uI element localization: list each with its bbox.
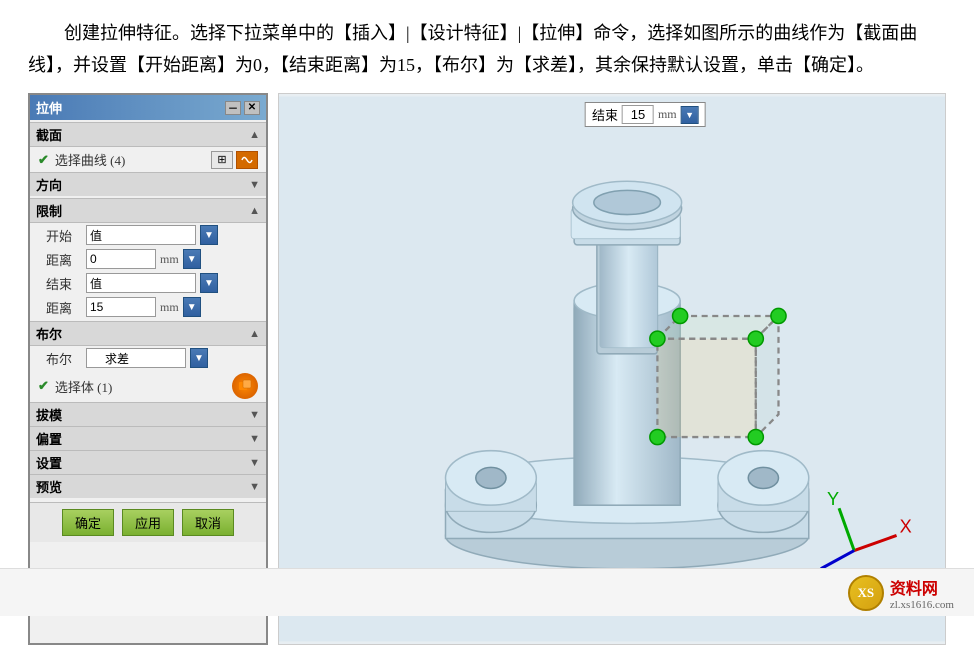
start-type-input[interactable] (86, 225, 196, 245)
start-type-row: 开始 ▼ (30, 223, 266, 247)
end-label: 结束 (46, 274, 82, 293)
dropdown-arrow-icon-3: ▼ (204, 278, 214, 289)
start-distance-dropdown[interactable]: ▼ (183, 249, 201, 269)
ok-button[interactable]: 确定 (62, 509, 114, 536)
section-draft[interactable]: 拔模 ▼ (30, 402, 266, 426)
3d-model-svg: X Y Z (279, 94, 945, 644)
end-type-dropdown[interactable]: ▼ (200, 273, 218, 293)
section-settings[interactable]: 设置 ▼ (30, 450, 266, 474)
section-direction-label: 方向 (36, 175, 62, 194)
section-cross-section-arrow: ▲ (249, 129, 260, 141)
cross-section-row: ✔ 选择曲线 (4) ⊞ (30, 147, 266, 172)
dropdown-arrow-icon: ▼ (204, 230, 214, 241)
dialog-buttons: 确定 应用 取消 (30, 502, 266, 542)
section-bool-arrow: ▲ (249, 328, 260, 340)
minimize-button[interactable]: － (225, 101, 241, 115)
bool-value-input[interactable] (86, 348, 186, 368)
close-button[interactable]: ✕ (244, 101, 260, 115)
section-preview[interactable]: 预览 ▼ (30, 474, 266, 498)
curve-icon-2[interactable] (236, 151, 258, 169)
logo-sub-text: zl.xs1616.com (890, 599, 954, 611)
select-body-label: 选择体 (1) (55, 377, 222, 396)
dialog-body: 截面 ▲ ✔ 选择曲线 (4) ⊞ 方向 ▼ (30, 122, 266, 542)
dropdown-arrow-icon-2: ▼ (187, 254, 197, 265)
start-distance-row: 距离 mm ▼ (30, 247, 266, 271)
logo-main-text: 资料网 (890, 575, 954, 599)
curve-icon-1[interactable]: ⊞ (211, 151, 233, 169)
checkmark-body-icon: ✔ (38, 378, 49, 394)
section-offset-arrow: ▼ (249, 433, 260, 445)
logo-symbol: XS (858, 585, 875, 601)
svg-text:X: X (900, 516, 912, 536)
curve-icons: ⊞ (211, 151, 258, 169)
end-distance-input[interactable] (86, 297, 156, 317)
extrude-dialog: 拉伸 － ✕ 截面 ▲ ✔ 选择曲线 (4) ⊞ (28, 93, 268, 645)
dim-prefix: 结束 (592, 105, 618, 124)
section-settings-arrow: ▼ (249, 457, 260, 469)
end-type-row: 结束 ▼ (30, 271, 266, 295)
end-distance-row: 距离 mm ▼ (30, 295, 266, 319)
end-distance-dropdown[interactable]: ▼ (183, 297, 201, 317)
titlebar-buttons: － ✕ (225, 101, 260, 115)
dim-dropdown-arrow-icon: ▼ (685, 110, 694, 120)
distance-label-1: 距离 (46, 250, 82, 269)
section-limits-label: 限制 (36, 201, 62, 220)
checkmark-icon: ✔ (38, 152, 49, 168)
footer: XS 资料网 zl.xs1616.com (0, 568, 974, 616)
cancel-button[interactable]: 取消 (182, 509, 234, 536)
apply-button[interactable]: 应用 (122, 509, 174, 536)
footer-logo: XS 资料网 zl.xs1616.com (848, 575, 954, 611)
dim-dropdown-button[interactable]: ▼ (681, 106, 699, 124)
start-distance-input[interactable] (86, 249, 156, 269)
selected-curve-label: 选择曲线 (4) (55, 150, 205, 169)
section-draft-arrow: ▼ (249, 409, 260, 421)
start-type-dropdown[interactable]: ▼ (200, 225, 218, 245)
section-preview-arrow: ▼ (249, 481, 260, 493)
start-label: 开始 (46, 226, 82, 245)
body-select-icon (232, 373, 258, 399)
section-direction-arrow: ▼ (249, 179, 260, 191)
end-type-input[interactable] (86, 273, 196, 293)
section-preview-label: 预览 (36, 477, 62, 496)
section-limits-arrow: ▲ (249, 205, 260, 217)
logo-circle: XS (848, 575, 884, 611)
dimension-label: 结束 mm ▼ (585, 102, 706, 127)
dropdown-arrow-icon-4: ▼ (187, 302, 197, 313)
section-offset[interactable]: 偏置 ▼ (30, 426, 266, 450)
start-unit: mm (160, 252, 179, 267)
bool-type-row: 布尔 ▼ (30, 346, 266, 370)
end-unit: mm (160, 300, 179, 315)
section-limits[interactable]: 限制 ▲ (30, 198, 266, 223)
dialog-titlebar: 拉伸 － ✕ (30, 95, 266, 120)
dropdown-arrow-icon-5: ▼ (194, 353, 204, 364)
section-bool-label: 布尔 (36, 324, 62, 343)
dim-value-input[interactable] (622, 105, 654, 124)
section-settings-label: 设置 (36, 453, 62, 472)
dim-unit: mm (658, 107, 677, 122)
logo-text: 资料网 zl.xs1616.com (890, 575, 954, 611)
paragraph-content: 创建拉伸特征。选择下拉菜单中的【插入】|【设计特征】|【拉伸】命令，选择如图所示… (28, 23, 917, 75)
section-cross-section-label: 截面 (36, 125, 62, 144)
section-cross-section[interactable]: 截面 ▲ (30, 122, 266, 147)
distance-label-2: 距离 (46, 298, 82, 317)
section-direction[interactable]: 方向 ▼ (30, 172, 266, 196)
select-body-row: ✔ 选择体 (1) (30, 370, 266, 402)
bool-dropdown[interactable]: ▼ (190, 348, 208, 368)
bool-label: 布尔 (46, 349, 82, 368)
section-draft-label: 拔模 (36, 405, 62, 424)
instruction-text: 创建拉伸特征。选择下拉菜单中的【插入】|【设计特征】|【拉伸】命令，选择如图所示… (0, 0, 974, 91)
section-bool[interactable]: 布尔 ▲ (30, 321, 266, 346)
dialog-title: 拉伸 (36, 98, 62, 117)
3d-view-area: 结束 mm ▼ (278, 93, 946, 645)
svg-text:Y: Y (827, 489, 839, 509)
main-content-row: 拉伸 － ✕ 截面 ▲ ✔ 选择曲线 (4) ⊞ (0, 93, 974, 645)
section-offset-label: 偏置 (36, 429, 62, 448)
